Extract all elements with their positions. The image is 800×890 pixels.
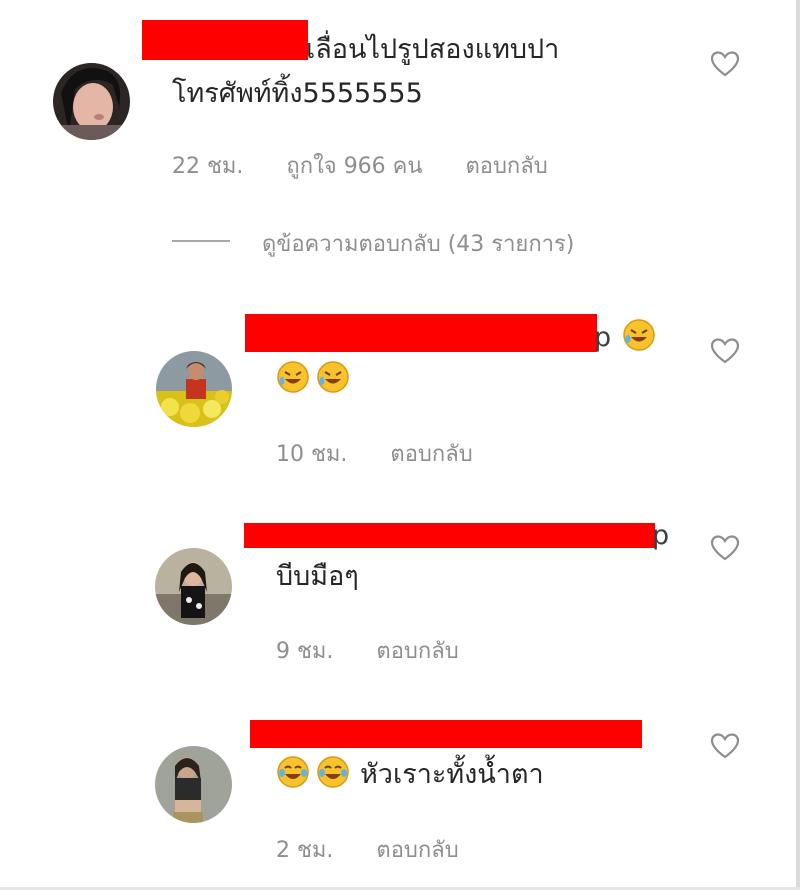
reply-time[interactable]: 2 ชม. <box>276 838 333 863</box>
reply-text-line: หัวเราะทั้งน้ำตา <box>276 755 544 795</box>
rolling-laughing-icon <box>317 361 349 393</box>
reply-text: บีบมือๆ <box>276 561 359 592</box>
frame-right-border <box>796 0 800 890</box>
reply-button[interactable]: ตอบกลับ <box>390 442 472 467</box>
avatar[interactable] <box>53 63 130 140</box>
reply-meta: 2 ชม. ตอบกลับ <box>276 832 459 867</box>
rolling-laughing-icon <box>623 319 655 351</box>
reply-meta: 10 ชม. ตอบกลับ <box>276 436 473 471</box>
reply-meta: 9 ชม. ตอบกลับ <box>276 633 459 668</box>
reply-button[interactable]: ตอบกลับ <box>376 639 458 664</box>
reply-time[interactable]: 9 ชม. <box>276 639 333 664</box>
reply-emoji-line <box>276 360 356 400</box>
reply-button[interactable]: ตอบกลับ <box>376 838 458 863</box>
view-replies-button[interactable]: ดูข้อความตอบกลับ (43 รายการ) <box>262 226 574 261</box>
like-heart-icon[interactable] <box>710 732 740 760</box>
like-heart-icon[interactable] <box>710 50 740 78</box>
reply-time[interactable]: 10 ชม. <box>276 442 347 467</box>
comment-meta: 22 ชม. ถูกใจ 966 คน ตอบกลับ <box>172 148 548 183</box>
comment-time[interactable]: 22 ชม. <box>172 154 243 179</box>
avatar[interactable] <box>156 351 232 427</box>
redacted-username <box>250 720 642 748</box>
likes-count[interactable]: ถูกใจ 966 คน <box>286 154 422 179</box>
like-heart-icon[interactable] <box>710 534 740 562</box>
like-heart-icon[interactable] <box>710 337 740 365</box>
tears-of-joy-icon <box>317 756 349 788</box>
comment-text-line2: โทรศัพท์ทิ้ง5555555 <box>172 78 423 109</box>
redacted-username <box>245 314 597 352</box>
rolling-laughing-icon <box>277 361 309 393</box>
reply-username-tail: p <box>652 520 670 551</box>
reply-button[interactable]: ตอบกลับ <box>465 154 547 179</box>
avatar[interactable] <box>155 548 232 625</box>
replies-divider-line <box>172 240 230 242</box>
avatar[interactable] <box>155 746 232 823</box>
redacted-username <box>244 523 655 548</box>
reply-text: หัวเราะทั้งน้ำตา <box>360 759 544 790</box>
comment-text-line1: เลื่อนไปรูปสองแทบปา <box>306 34 560 65</box>
reply-username-tail: p <box>594 322 612 353</box>
redacted-username <box>142 20 308 60</box>
tears-of-joy-icon <box>277 756 309 788</box>
